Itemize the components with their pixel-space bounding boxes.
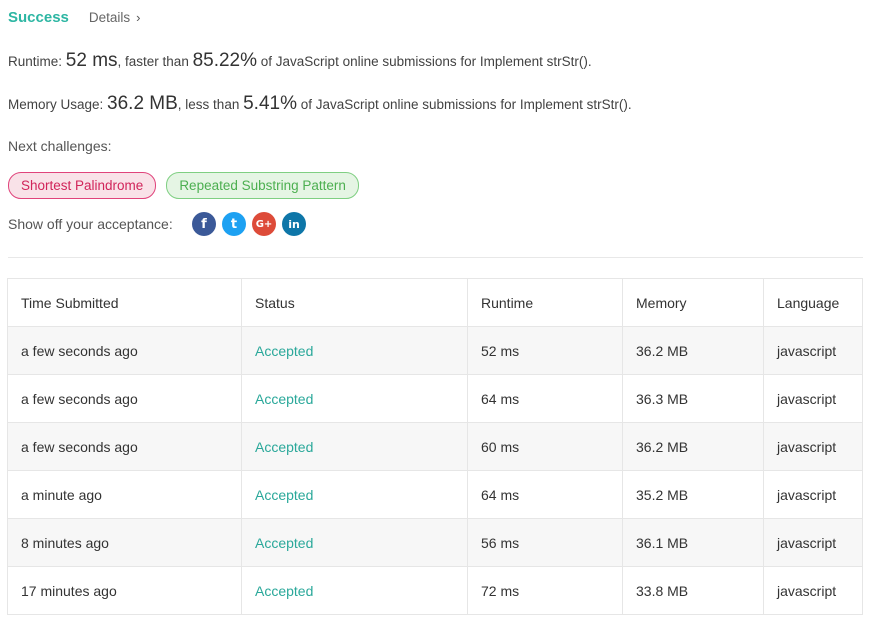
cell-language: javascript (763, 422, 863, 471)
cell-memory: 35.2 MB (622, 470, 764, 519)
runtime-suffix: of JavaScript online submissions for Imp… (257, 54, 592, 69)
chevron-right-icon: › (136, 10, 141, 25)
details-label: Details (88, 10, 131, 25)
runtime-summary: Runtime: 52 ms, faster than 85.22% of Ja… (8, 50, 592, 72)
status-link[interactable]: Accepted (255, 535, 313, 551)
header-time-submitted[interactable]: Time Submitted (7, 278, 242, 327)
cell-language: javascript (763, 326, 863, 375)
cell-language: javascript (763, 518, 863, 567)
cell-time: 17 minutes ago (7, 566, 242, 615)
divider (8, 257, 863, 258)
cell-runtime: 64 ms (467, 374, 623, 423)
cell-language: javascript (763, 470, 863, 519)
linkedin-icon[interactable]: in (282, 212, 306, 236)
memory-middle: , less than (177, 97, 244, 112)
facebook-icon[interactable]: f (192, 212, 216, 236)
next-challenges-label: Next challenges: (8, 138, 112, 154)
memory-label: Memory Usage: (8, 97, 108, 112)
cell-language: javascript (763, 374, 863, 423)
cell-time: a minute ago (7, 470, 242, 519)
status-link[interactable]: Accepted (255, 487, 313, 503)
memory-value: 36.2 MB (107, 93, 178, 114)
cell-time: a few seconds ago (7, 374, 242, 423)
runtime-value: 52 ms (65, 50, 118, 71)
runtime-label: Runtime: (8, 54, 66, 69)
header-language[interactable]: Language (763, 278, 863, 327)
table-row: 8 minutes ago Accepted 56 ms 36.1 MB jav… (7, 518, 863, 567)
cell-memory: 36.2 MB (622, 422, 764, 471)
memory-summary: Memory Usage: 36.2 MB, less than 5.41% o… (8, 93, 632, 115)
status-link[interactable]: Accepted (255, 439, 313, 455)
table-row: a minute ago Accepted 64 ms 35.2 MB java… (7, 470, 863, 519)
cell-language: javascript (763, 566, 863, 615)
challenge-chip-repeated-substring-pattern[interactable]: Repeated Substring Pattern (166, 172, 359, 199)
header-runtime[interactable]: Runtime (467, 278, 623, 327)
cell-memory: 33.8 MB (622, 566, 764, 615)
runtime-percent: 85.22% (192, 50, 258, 71)
details-link[interactable]: Details › (89, 10, 141, 25)
table-row: 17 minutes ago Accepted 72 ms 33.8 MB ja… (7, 566, 863, 615)
cell-memory: 36.2 MB (622, 326, 764, 375)
share-label: Show off your acceptance: (8, 216, 173, 232)
cell-runtime: 64 ms (467, 470, 623, 519)
header-memory[interactable]: Memory (622, 278, 764, 327)
status-link[interactable]: Accepted (255, 583, 313, 599)
challenge-chip-shortest-palindrome[interactable]: Shortest Palindrome (8, 172, 157, 199)
cell-runtime: 52 ms (467, 326, 623, 375)
memory-percent: 5.41% (243, 93, 297, 114)
table-row: a few seconds ago Accepted 60 ms 36.2 MB… (7, 422, 863, 471)
cell-time: a few seconds ago (7, 326, 242, 375)
cell-runtime: 72 ms (467, 566, 623, 615)
cell-runtime: 60 ms (467, 422, 623, 471)
share-buttons: f t G+ in (192, 212, 306, 236)
cell-memory: 36.3 MB (622, 374, 764, 423)
submissions-table: Time Submitted Status Runtime Memory Lan… (7, 278, 863, 615)
next-challenges-list: Shortest Palindrome Repeated Substring P… (8, 172, 359, 199)
table-header-row: Time Submitted Status Runtime Memory Lan… (7, 278, 863, 327)
cell-time: a few seconds ago (7, 422, 242, 471)
table-row: a few seconds ago Accepted 52 ms 36.2 MB… (7, 326, 863, 375)
result-header: Success Details › (8, 9, 141, 26)
header-status[interactable]: Status (241, 278, 468, 327)
cell-time: 8 minutes ago (7, 518, 242, 567)
cell-runtime: 56 ms (467, 518, 623, 567)
status-link[interactable]: Accepted (255, 343, 313, 359)
google-plus-icon[interactable]: G+ (252, 212, 276, 236)
twitter-icon[interactable]: t (222, 212, 246, 236)
submission-status: Success (8, 9, 69, 26)
runtime-middle: , faster than (117, 54, 193, 69)
status-link[interactable]: Accepted (255, 391, 313, 407)
table-row: a few seconds ago Accepted 64 ms 36.3 MB… (7, 374, 863, 423)
cell-memory: 36.1 MB (622, 518, 764, 567)
memory-suffix: of JavaScript online submissions for Imp… (296, 97, 632, 112)
